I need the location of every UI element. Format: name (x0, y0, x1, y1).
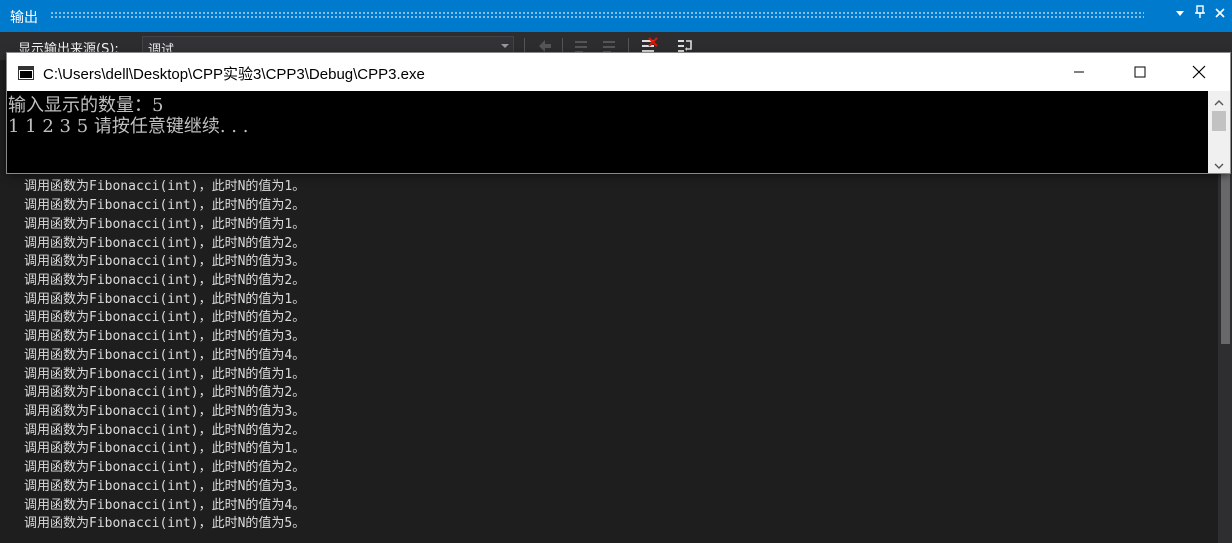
output-line: 调用函数为Fibonacci(int)，此时N的值为4。 (24, 498, 306, 513)
chevron-down-icon (501, 44, 509, 48)
output-line: 调用函数为Fibonacci(int)，此时N的值为2。 (24, 460, 306, 475)
output-line: 调用函数为Fibonacci(int)，此时N的值为5。 (24, 516, 306, 531)
output-line: 调用函数为Fibonacci(int)，此时N的值为3。 (24, 254, 306, 269)
output-line: 调用函数为Fibonacci(int)，此时N的值为1。 (24, 367, 306, 382)
titlebar-grip[interactable] (50, 11, 1144, 19)
console-app-icon (18, 65, 34, 80)
output-line: 调用函数为Fibonacci(int)，此时N的值为1。 (24, 217, 306, 232)
toolbar-separator (562, 38, 563, 54)
pin-icon[interactable] (1190, 5, 1210, 27)
toolbar-separator (524, 38, 525, 54)
console-title: C:\Users\dell\Desktop\CPP实验3\CPP3\Debug\… (43, 66, 425, 83)
console-close-button[interactable] (1176, 53, 1222, 91)
console-scrollbar-thumb[interactable] (1212, 111, 1226, 131)
output-line: 调用函数为Fibonacci(int)，此时N的值为2。 (24, 198, 306, 213)
scroll-up-icon[interactable] (1213, 94, 1225, 106)
output-line: 调用函数为Fibonacci(int)，此时N的值为3。 (24, 329, 306, 344)
maximize-button[interactable] (1117, 53, 1163, 91)
console-line: 1 1 2 3 5 请按任意键继续. . . (8, 116, 249, 137)
toolbar-separator (628, 38, 629, 54)
scroll-down-icon[interactable] (1213, 157, 1225, 169)
output-line: 调用函数为Fibonacci(int)，此时N的值为2。 (24, 273, 306, 288)
console-scrollbar[interactable] (1208, 91, 1230, 173)
console-titlebar[interactable]: C:\Users\dell\Desktop\CPP实验3\CPP3\Debug\… (7, 53, 1230, 91)
output-line: 调用函数为Fibonacci(int)，此时N的值为2。 (24, 236, 306, 251)
output-line: 调用函数为Fibonacci(int)，此时N的值为4。 (24, 348, 306, 363)
output-text-area[interactable]: 调用函数为Fibonacci(int)，此时N的值为1。 调用函数为Fibona… (0, 172, 1218, 543)
output-line: 调用函数为Fibonacci(int)，此时N的值为1。 (24, 179, 306, 194)
close-icon[interactable] (1210, 5, 1230, 27)
output-window-title: 输出 (10, 10, 38, 26)
window-position-dropdown-icon[interactable] (1170, 5, 1190, 27)
output-line: 调用函数为Fibonacci(int)，此时N的值为2。 (24, 310, 306, 325)
output-line: 调用函数为Fibonacci(int)，此时N的值为2。 (24, 385, 306, 400)
console-window[interactable]: C:\Users\dell\Desktop\CPP实验3\CPP3\Debug\… (7, 53, 1230, 173)
output-window-titlebar[interactable]: 输出 (0, 0, 1232, 32)
minimize-button[interactable] (1056, 53, 1102, 91)
console-body[interactable]: 输入显示的数量：5 1 1 2 3 5 请按任意键继续. . . (7, 91, 1208, 173)
output-line: 调用函数为Fibonacci(int)，此时N的值为1。 (24, 441, 306, 456)
output-line: 调用函数为Fibonacci(int)，此时N的值为1。 (24, 292, 306, 307)
output-line: 调用函数为Fibonacci(int)，此时N的值为3。 (24, 479, 306, 494)
output-line: 调用函数为Fibonacci(int)，此时N的值为2。 (24, 423, 306, 438)
console-line: 输入显示的数量：5 (8, 95, 164, 116)
output-line: 调用函数为Fibonacci(int)，此时N的值为3。 (24, 404, 306, 419)
